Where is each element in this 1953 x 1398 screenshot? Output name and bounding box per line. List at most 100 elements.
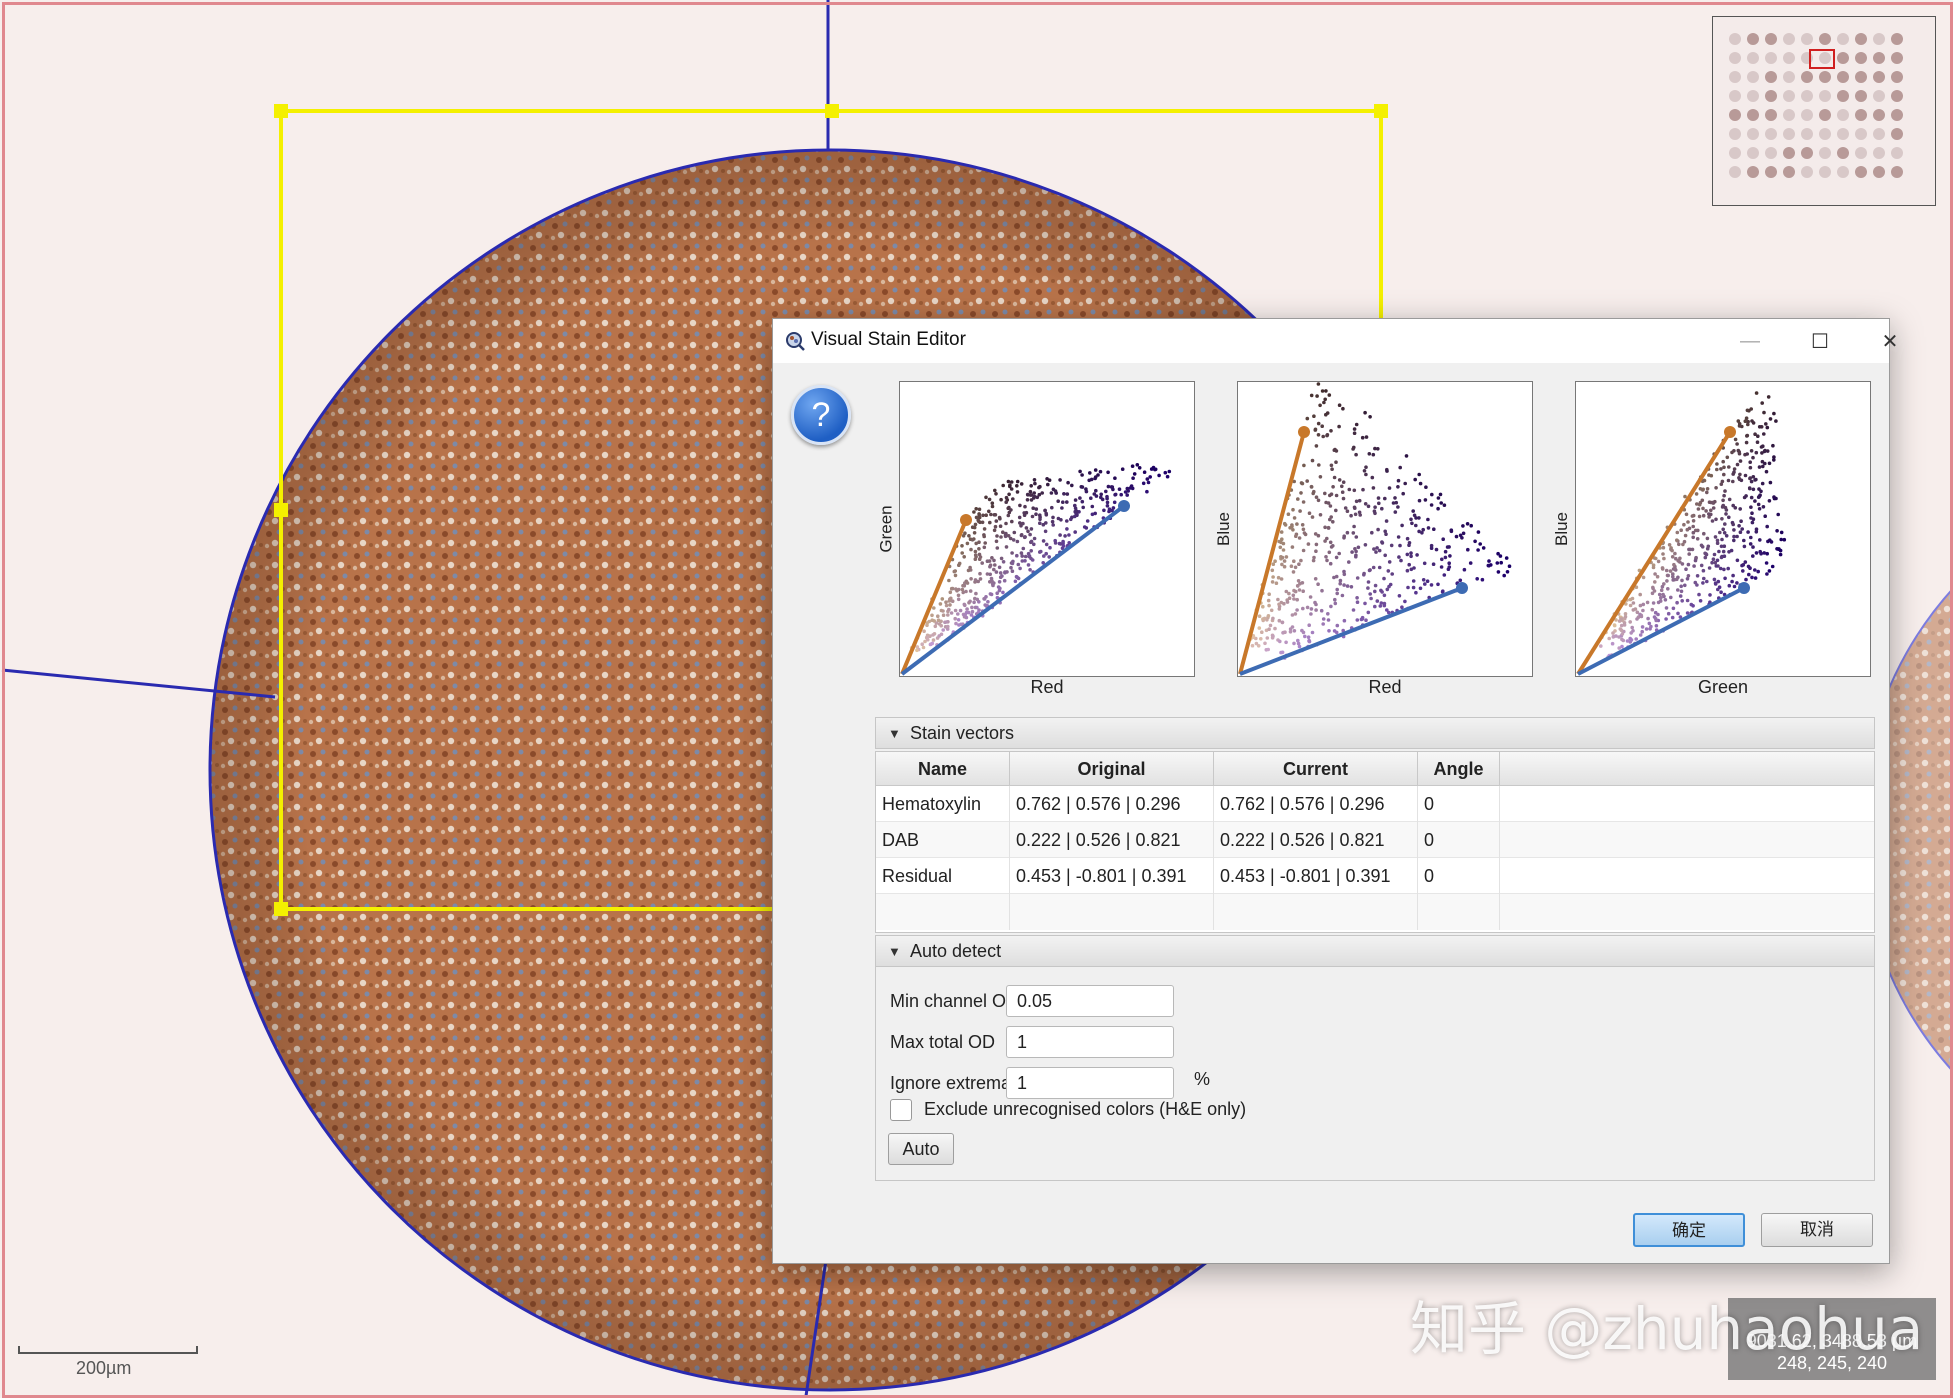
max-total-od-input[interactable]: 1 bbox=[1006, 1026, 1174, 1058]
scatter-point bbox=[1620, 632, 1625, 636]
dab-vector-handle[interactable] bbox=[960, 514, 972, 526]
hematoxylin-vector-handle[interactable] bbox=[1738, 582, 1750, 594]
ok-button[interactable]: 确定 bbox=[1633, 1213, 1745, 1247]
scatter-point bbox=[1782, 537, 1787, 542]
stain-vectors-header[interactable]: ▼ Stain vectors bbox=[875, 717, 1875, 749]
scatter-point bbox=[1019, 551, 1024, 555]
scatter-point bbox=[1407, 562, 1411, 567]
cell-current: 0.222 | 0.526 | 0.821 bbox=[1214, 822, 1418, 858]
tma-core-dot bbox=[1891, 109, 1903, 121]
scatter-point bbox=[1380, 540, 1384, 544]
scatter-point bbox=[995, 534, 999, 538]
scatter-point bbox=[1355, 576, 1360, 580]
scatter-point bbox=[1441, 537, 1445, 541]
help-button[interactable]: ? bbox=[791, 385, 851, 445]
scatter-point bbox=[1047, 555, 1051, 559]
maximize-button[interactable]: ☐ bbox=[1785, 319, 1855, 363]
scatter-point bbox=[1004, 500, 1008, 504]
table-row[interactable]: Hematoxylin 0.762 | 0.576 | 0.296 0.762 … bbox=[876, 786, 1874, 822]
scatter-point bbox=[1751, 421, 1756, 425]
scatter-point bbox=[981, 513, 985, 518]
tma-core-dot bbox=[1837, 147, 1849, 159]
scatter-point bbox=[1690, 514, 1695, 518]
close-button[interactable]: ✕ bbox=[1855, 319, 1925, 363]
scatter-point bbox=[999, 535, 1003, 539]
cell-current: 0.453 | -0.801 | 0.391 bbox=[1214, 858, 1418, 894]
plot1-x-label: Red bbox=[1030, 677, 1064, 697]
scatter-point bbox=[1325, 433, 1329, 438]
scatter-point bbox=[1640, 629, 1644, 634]
column-header-angle[interactable]: Angle bbox=[1418, 752, 1500, 786]
scatter-point bbox=[1373, 604, 1377, 609]
scatter-point bbox=[1032, 542, 1036, 547]
scatter-point bbox=[1111, 506, 1116, 510]
table-row[interactable]: DAB 0.222 | 0.526 | 0.821 0.222 | 0.526 … bbox=[876, 822, 1874, 858]
scatter-point bbox=[1370, 475, 1375, 480]
scatter-point bbox=[1371, 452, 1376, 457]
scatter-point bbox=[1017, 515, 1022, 520]
scatter-point bbox=[1478, 542, 1482, 546]
scatter-point bbox=[1772, 455, 1776, 459]
tma-core-dot bbox=[1765, 33, 1777, 45]
scatter-point bbox=[1394, 500, 1399, 505]
auto-button[interactable]: Auto bbox=[888, 1133, 954, 1165]
scatter-point bbox=[1715, 541, 1720, 545]
tma-core-dot bbox=[1891, 128, 1903, 140]
auto-detect-header[interactable]: ▼ Auto detect bbox=[875, 935, 1875, 967]
minimize-button[interactable]: — bbox=[1715, 319, 1785, 363]
scatter-point bbox=[1612, 623, 1617, 628]
column-header-current[interactable]: Current bbox=[1214, 752, 1418, 786]
ignore-extrema-input[interactable]: 1 bbox=[1006, 1067, 1174, 1099]
scatter-point bbox=[1619, 628, 1624, 632]
tma-core-dot bbox=[1747, 52, 1759, 64]
scatter-point bbox=[1720, 517, 1724, 521]
scatter-point bbox=[1004, 521, 1008, 526]
overview-thumbnail[interactable] bbox=[1712, 16, 1936, 206]
hematoxylin-vector-handle[interactable] bbox=[1118, 500, 1130, 512]
scatter-point bbox=[1754, 551, 1759, 555]
scatter-point bbox=[1364, 435, 1369, 439]
scatter-point bbox=[921, 645, 926, 650]
scatter-point bbox=[1060, 506, 1064, 510]
scatter-point bbox=[953, 608, 958, 613]
scatter-point bbox=[1297, 588, 1302, 592]
scatter-point bbox=[1165, 474, 1170, 479]
scatter-point bbox=[1628, 603, 1633, 608]
scatter-point bbox=[1729, 548, 1734, 553]
min-channel-od-input[interactable]: 0.05 bbox=[1006, 985, 1174, 1017]
table-row[interactable]: Residual 0.453 | -0.801 | 0.391 0.453 | … bbox=[876, 858, 1874, 894]
scatter-point bbox=[1010, 519, 1014, 524]
scatter-point bbox=[1321, 622, 1325, 626]
scatter-point bbox=[1412, 513, 1417, 518]
scatter-point bbox=[1278, 639, 1282, 644]
scatter-point bbox=[1676, 588, 1680, 592]
scatter-plot-red-blue[interactable] bbox=[1237, 381, 1533, 677]
scatter-point bbox=[1673, 551, 1677, 556]
hematoxylin-vector-handle[interactable] bbox=[1456, 582, 1468, 594]
scatter-point bbox=[1048, 545, 1052, 550]
scatter-point bbox=[1300, 523, 1305, 527]
title-bar[interactable]: Visual Stain Editor — ☐ ✕ bbox=[773, 319, 1898, 363]
exclude-unrecognised-checkbox[interactable] bbox=[890, 1099, 912, 1121]
scatter-point bbox=[1737, 524, 1741, 528]
exclude-unrecognised-label[interactable]: Exclude unrecognised colors (H&E only) bbox=[924, 1099, 1246, 1120]
scatter-point bbox=[1749, 535, 1753, 540]
dab-vector-handle[interactable] bbox=[1298, 426, 1310, 438]
scatter-point bbox=[1015, 490, 1020, 494]
scatter-point bbox=[1719, 482, 1724, 486]
column-header-name[interactable]: Name bbox=[876, 752, 1010, 786]
scatter-point bbox=[1376, 496, 1381, 500]
scatter-point bbox=[1701, 513, 1706, 518]
scatter-point bbox=[1367, 452, 1372, 456]
column-header-original[interactable]: Original bbox=[1010, 752, 1214, 786]
cancel-button[interactable]: 取消 bbox=[1761, 1213, 1873, 1247]
scatter-point bbox=[1093, 476, 1097, 481]
scatter-point bbox=[1105, 500, 1110, 505]
scatter-point bbox=[1654, 624, 1659, 628]
scatter-point bbox=[1742, 538, 1746, 543]
scatter-point bbox=[970, 605, 974, 610]
scatter-point bbox=[1699, 563, 1704, 568]
scatter-plot-red-green[interactable] bbox=[899, 381, 1195, 677]
scatter-plot-green-blue[interactable] bbox=[1575, 381, 1871, 677]
dab-vector-handle[interactable] bbox=[1724, 426, 1736, 438]
